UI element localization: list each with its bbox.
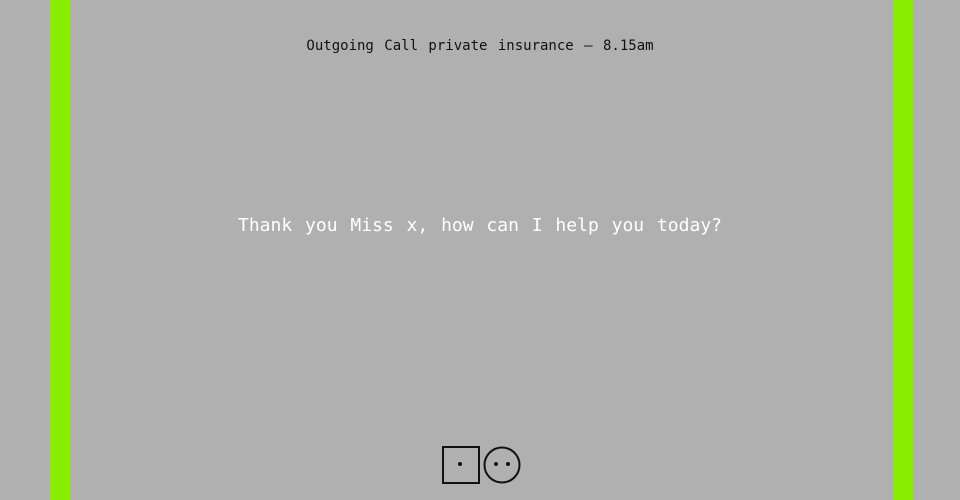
- square-dot-icon[interactable]: [442, 446, 480, 484]
- dialogue-line[interactable]: Thank you Miss x, how can I help you tod…: [0, 215, 960, 236]
- control-icons: [442, 446, 524, 486]
- game-screen: Outgoing Call private insurance – 8.15am…: [0, 0, 960, 500]
- call-status-header: Outgoing Call private insurance – 8.15am: [306, 38, 654, 54]
- right-accent-bar: [893, 0, 913, 500]
- smiley-face-icon[interactable]: [483, 446, 521, 484]
- left-accent-bar: [50, 0, 70, 500]
